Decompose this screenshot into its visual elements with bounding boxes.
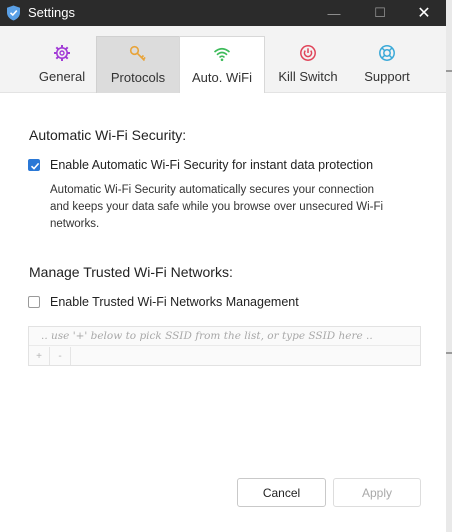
auto-wifi-section-title: Automatic Wi-Fi Security: [29,127,187,143]
trusted-networks-section-title: Manage Trusted Wi-Fi Networks: [29,264,233,280]
auto-wifi-panel: Automatic Wi-Fi Security: Enable Automat… [0,93,446,532]
apply-button[interactable]: Apply [333,478,421,507]
enable-trusted-networks-label[interactable]: Enable Trusted Wi-Fi Networks Management [50,295,299,309]
lifebuoy-icon [379,45,395,61]
shield-app-icon [7,5,20,21]
tab-kill-switch[interactable]: Kill Switch [271,36,345,92]
remove-ssid-button[interactable]: - [50,347,71,365]
enable-auto-wifi-checkbox[interactable] [28,159,40,171]
gear-icon [54,45,70,61]
close-button[interactable]: ✕ [408,0,440,26]
edge-mark [446,70,452,72]
tab-general[interactable]: General [28,36,96,92]
checkmark-icon [30,162,40,170]
tab-auto-wifi-label: Auto. WiFi [192,70,252,85]
cancel-button[interactable]: Cancel [237,478,326,507]
maximize-button[interactable]: ☐ [364,0,396,26]
tab-bar: General Protocols Auto. WiFi Kill Switch… [0,26,446,95]
tab-protocols-label: Protocols [110,70,166,85]
auto-wifi-description: Automatic Wi-Fi Security automatically s… [50,184,384,230]
edge-mark [446,352,452,354]
tab-protocols[interactable]: Protocols [96,36,180,93]
window-title: Settings [28,5,75,20]
power-icon [300,45,316,61]
tab-auto-wifi[interactable]: Auto. WiFi [179,36,265,95]
ssid-input[interactable] [29,327,420,346]
ssid-list-box: + - [28,326,421,366]
background-window-edge [446,0,452,532]
enable-auto-wifi-label[interactable]: Enable Automatic Wi-Fi Security for inst… [50,158,373,172]
title-bar: Settings — ☐ ✕ [0,0,446,26]
wifi-icon [213,47,231,62]
tab-support[interactable]: Support [356,36,418,92]
add-ssid-button[interactable]: + [29,347,50,365]
enable-trusted-networks-checkbox[interactable] [28,296,40,308]
settings-window: Settings — ☐ ✕ General Protocols Auto. W… [0,0,452,532]
tab-general-label: General [38,69,86,84]
minimize-button[interactable]: — [318,0,350,26]
tab-support-label: Support [364,69,410,84]
tab-kill-switch-label: Kill Switch [278,69,338,84]
key-icon [129,45,146,62]
